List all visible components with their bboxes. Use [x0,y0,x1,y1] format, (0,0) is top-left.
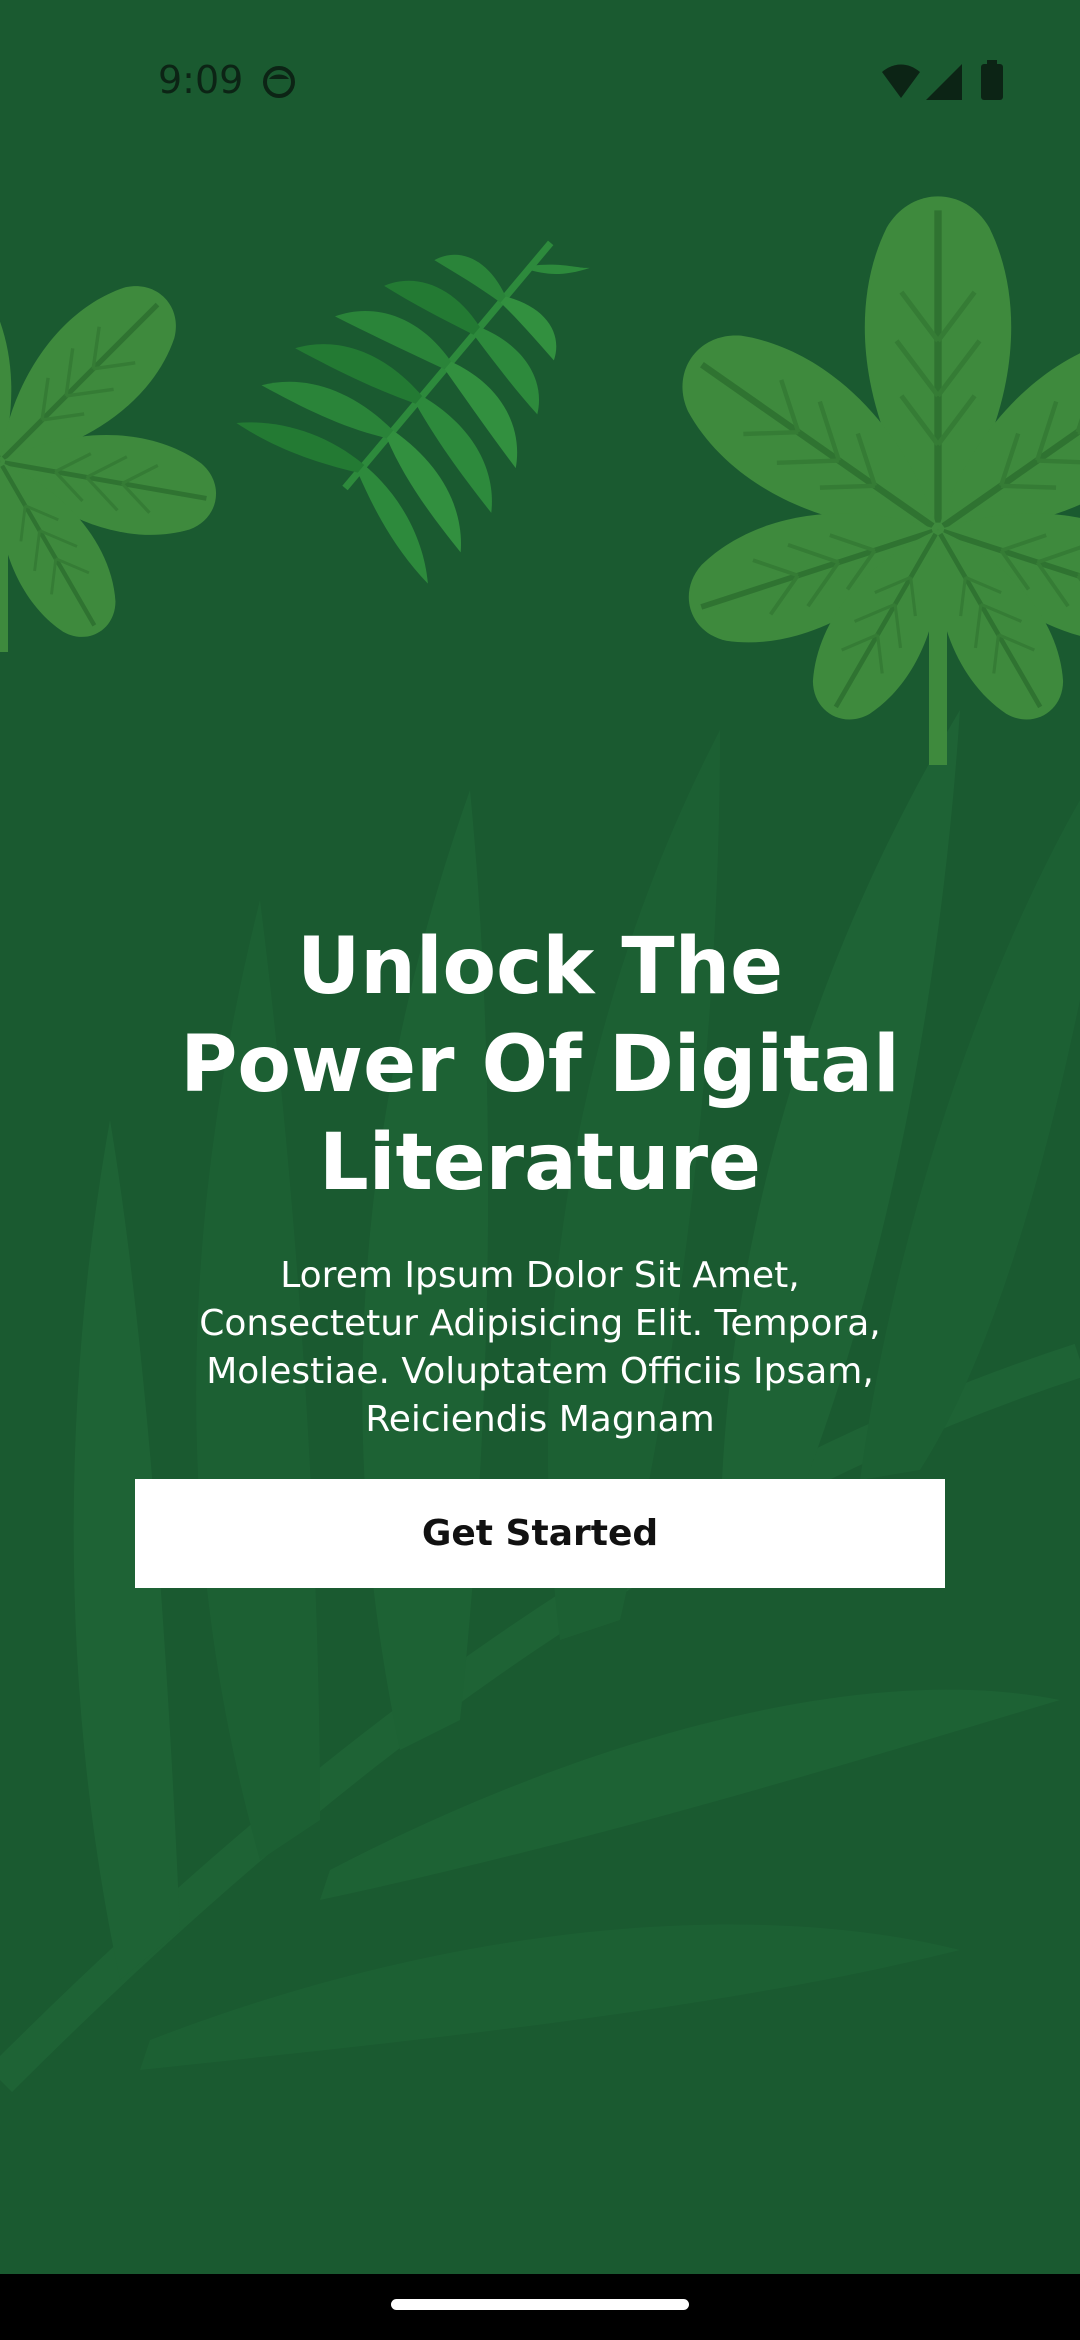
chestnut-leaf-right-icon [654,196,1080,765]
home-indicator[interactable] [391,2299,689,2310]
face-notification-icon [263,66,295,98]
get-started-button[interactable]: Get Started [135,1479,945,1588]
wifi-icon [882,64,920,98]
navigation-bar [0,2274,1080,2340]
headline-line: Power Of Digital [180,1020,900,1110]
battery-icon [981,60,1003,100]
fern-leaf-icon [236,240,590,584]
status-time: 9:09 [158,58,244,102]
onboarding-description: Lorem Ipsum Dolor Sit Amet, Consectetur … [120,1252,960,1444]
status-bar: 9:09 [0,0,1080,168]
description-line: Molestiae. Voluptatem Officiis Ipsam, [206,1351,874,1392]
cell-signal-icon [926,64,962,100]
description-line: Lorem Ipsum Dolor Sit Amet, [280,1255,800,1296]
description-line: Consectetur Adipisicing Elit. Tempora, [199,1303,881,1344]
onboarding-headline: Unlock The Power Of Digital Literature [90,918,990,1212]
headline-line: Literature [319,1118,761,1208]
headline-line: Unlock The [296,922,784,1012]
onboarding-screen: 9:09 Unlock The Power Of Digital Literat… [0,0,1080,2340]
chestnut-leaf-left-icon [0,240,224,654]
description-line: Reiciendis Magnam [365,1399,715,1440]
